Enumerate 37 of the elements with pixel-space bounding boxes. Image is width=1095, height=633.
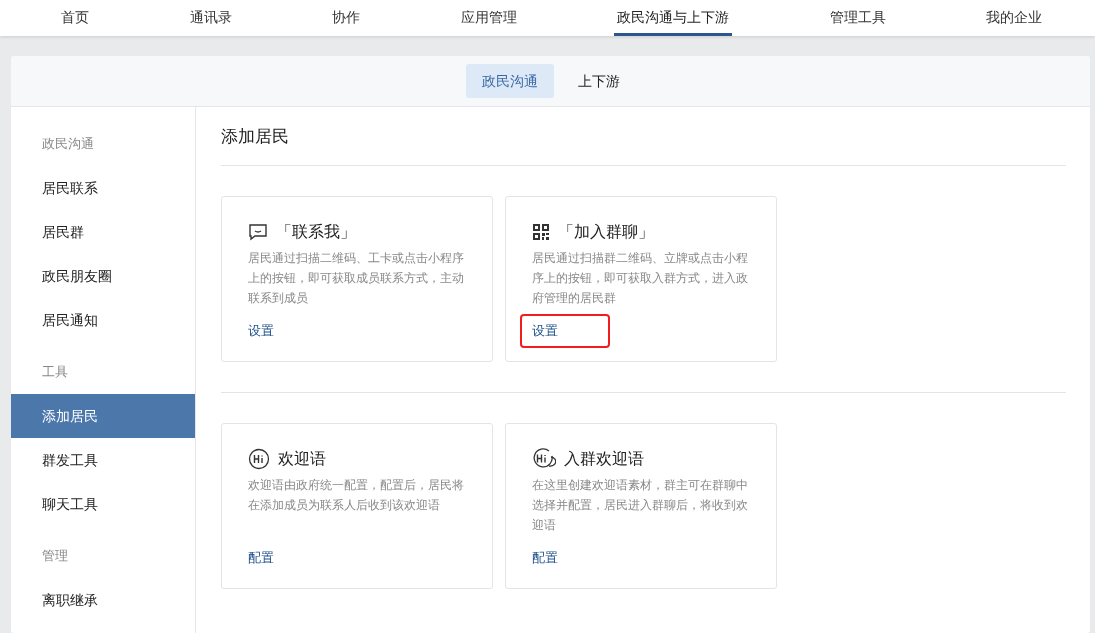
nav-tab[interactable]: 政民沟通与上下游 [614, 0, 732, 36]
sidebar-item[interactable]: 政民朋友圈 [11, 254, 195, 298]
settings-link[interactable]: 配置 [532, 543, 582, 573]
settings-link[interactable]: 配置 [248, 543, 298, 573]
card-description: 欢迎语由政府统一配置，配置后，居民将在添加成员为联系人后收到该欢迎语 [248, 477, 465, 514]
page-title: 添加居民 [221, 107, 1066, 166]
chat-bubble-icon [248, 222, 268, 242]
sidebar-section-title: 管理 [41, 547, 69, 565]
hi-bubble-icon [248, 448, 270, 470]
sidebar-item[interactable]: 居民通知 [11, 298, 195, 342]
sidebar-item[interactable]: 居民联系 [11, 166, 195, 210]
nav-tab[interactable]: 管理工具 [826, 0, 889, 36]
sidebar-item[interactable]: 离职继承 [11, 578, 195, 622]
nav-tab[interactable]: 协作 [329, 0, 363, 36]
sub-tab[interactable]: 政民沟通 [465, 64, 554, 98]
nav-tab[interactable]: 应用管理 [457, 0, 520, 36]
sidebar-item[interactable]: 添加居民 [11, 394, 195, 438]
sidebar-item[interactable]: 居民群 [11, 210, 195, 254]
nav-tab[interactable]: 首页 [58, 0, 92, 36]
card-description: 居民通过扫描二维码、工卡或点击小程序上的按钮，即可获取成员联系方式，主动联系到成员 [248, 250, 465, 307]
sidebar-section-title: 政民沟通 [41, 135, 95, 153]
card-description: 在这里创建欢迎语素材，群主可在群聊中选择并配置，居民进入群聊后，将收到欢迎语 [532, 477, 749, 534]
qr-code-icon [532, 223, 550, 241]
card-title: 欢迎语 [278, 448, 326, 470]
hi-group-bubble-icon [532, 448, 556, 470]
card-title: 「加入群聊」 [558, 221, 654, 243]
nav-tab[interactable]: 通讯录 [186, 0, 235, 36]
card-title: 「联系我」 [276, 221, 356, 243]
card-description: 居民通过扫描群二维码、立牌或点击小程序上的按钮，即可获取入群方式，进入政府管理的居民群 [532, 250, 749, 307]
sidebar-section-title: 工具 [41, 363, 69, 381]
sidebar-item[interactable]: 群发工具 [11, 438, 195, 482]
card-title: 入群欢迎语 [564, 448, 644, 470]
settings-link[interactable]: 设置 [522, 316, 608, 346]
settings-link[interactable]: 设置 [248, 316, 298, 346]
sidebar-item[interactable]: 聊天工具 [11, 482, 195, 526]
sub-tab[interactable]: 上下游 [561, 64, 636, 98]
nav-tab[interactable]: 我的企业 [983, 0, 1045, 36]
